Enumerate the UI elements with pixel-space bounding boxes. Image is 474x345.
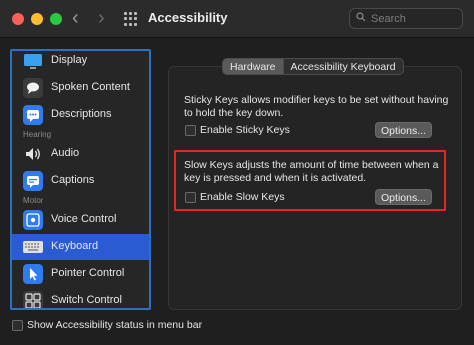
sidebar-item-keyboard[interactable]: Keyboard <box>12 234 149 260</box>
speech-bubble-icon <box>23 78 43 98</box>
sidebar: Display Spoken Content Descriptions Hear <box>10 49 151 310</box>
enable-sticky-keys-checkbox[interactable] <box>185 125 196 136</box>
sidebar-item-label: Display <box>51 54 88 66</box>
sidebar-item-switch-control[interactable]: Switch Control <box>12 288 149 308</box>
minimize-button[interactable] <box>31 13 43 25</box>
voice-control-icon <box>23 210 43 230</box>
window-title: Accessibility <box>148 10 228 25</box>
show-accessibility-status-label: Show Accessibility status in menu bar <box>27 319 203 331</box>
enable-slow-keys-label: Enable Slow Keys <box>200 191 285 203</box>
search-field[interactable]: Search <box>349 8 463 29</box>
close-button[interactable] <box>12 13 24 25</box>
tab-hardware[interactable]: Hardware <box>223 59 284 74</box>
sidebar-item-label: Keyboard <box>51 240 99 252</box>
sidebar-item-pointer-control[interactable]: Pointer Control <box>12 261 149 287</box>
sidebar-item-label: Switch Control <box>51 294 122 306</box>
display-icon <box>24 54 42 69</box>
sidebar-item-audio[interactable]: Audio <box>12 141 149 167</box>
captions-icon <box>23 171 43 191</box>
sidebar-item-display[interactable]: Display <box>12 51 149 74</box>
title-bar: ‹ › Accessibility Search <box>0 0 474 38</box>
accessibility-window: ‹ › Accessibility Search Display Spoken … <box>0 0 474 345</box>
tab-accessibility-keyboard[interactable]: Accessibility Keyboard <box>284 59 403 74</box>
speaker-icon <box>26 148 40 160</box>
sidebar-item-label: Captions <box>51 174 95 186</box>
search-icon <box>356 12 366 22</box>
slow-keys-options-button[interactable]: Options... <box>375 189 432 205</box>
sticky-keys-description: Sticky Keys allows modifier keys to be s… <box>184 94 449 119</box>
enable-sticky-keys-label: Enable Sticky Keys <box>200 124 290 136</box>
sidebar-heading-motor: Motor <box>23 196 44 205</box>
pointer-icon <box>23 264 43 284</box>
switch-control-icon <box>23 291 43 308</box>
sidebar-item-label: Pointer Control <box>51 267 125 279</box>
descriptions-icon <box>23 105 43 125</box>
sticky-keys-options-button[interactable]: Options... <box>375 122 432 138</box>
back-chevron-icon[interactable]: ‹ <box>72 8 79 28</box>
segmented-tabs: Hardware Accessibility Keyboard <box>222 58 404 75</box>
sidebar-item-captions[interactable]: Captions <box>12 168 149 194</box>
sidebar-item-descriptions[interactable]: Descriptions <box>12 102 149 128</box>
search-placeholder: Search <box>371 13 406 25</box>
sidebar-item-label: Audio <box>51 147 80 159</box>
sidebar-heading-hearing: Hearing <box>23 130 52 139</box>
sidebar-item-label: Voice Control <box>51 213 117 225</box>
sidebar-item-spoken-content[interactable]: Spoken Content <box>12 75 149 101</box>
enable-slow-keys-checkbox[interactable] <box>185 192 196 203</box>
show-accessibility-status-checkbox[interactable] <box>12 320 23 331</box>
forward-chevron-icon[interactable]: › <box>98 8 105 28</box>
sidebar-item-voice-control[interactable]: Voice Control <box>12 207 149 233</box>
sidebar-item-label: Spoken Content <box>51 81 130 93</box>
sidebar-item-label: Descriptions <box>51 108 112 120</box>
show-all-grid-icon[interactable] <box>124 12 138 26</box>
zoom-button[interactable] <box>50 13 62 25</box>
slow-keys-description: Slow Keys adjusts the amount of time bet… <box>184 159 439 184</box>
keyboard-icon <box>23 241 43 253</box>
